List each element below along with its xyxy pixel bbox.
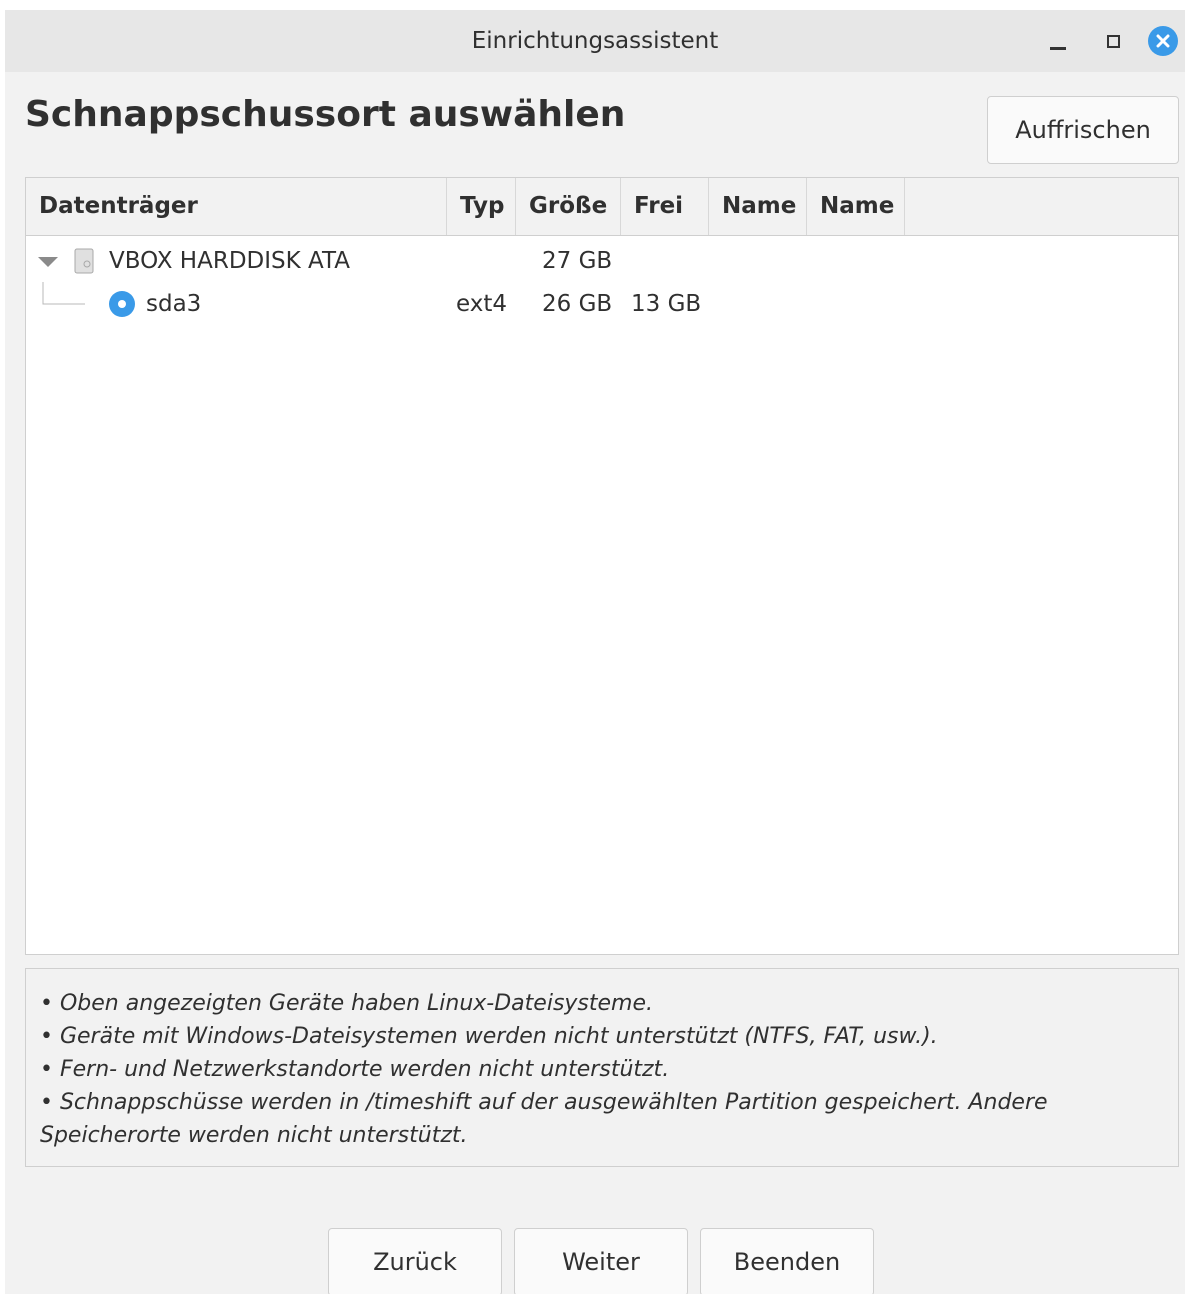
back-button[interactable]: Zurück	[328, 1228, 502, 1294]
info-notes: • Oben angezeigten Geräte haben Linux-Da…	[25, 968, 1179, 1167]
device-tree[interactable]: Datenträger Typ Größe Frei Name Name VBO…	[25, 177, 1179, 955]
close-icon	[1148, 26, 1178, 56]
device-size: 27 GB	[542, 248, 613, 274]
partition-size: 26 GB	[542, 291, 613, 317]
note-line: • Schnappschüsse werden in /timeshift au…	[40, 1090, 1048, 1148]
column-header-device[interactable]: Datenträger	[26, 178, 447, 235]
tree-header: Datenträger Typ Größe Frei Name Name	[26, 178, 1178, 236]
partition-type: ext4	[456, 291, 508, 317]
tree-row-disk[interactable]: VBOX HARDDISK ATA 27 GB	[26, 239, 1178, 283]
partition-label: sda3	[146, 291, 202, 317]
refresh-button[interactable]: Auffrischen	[987, 96, 1179, 164]
window-title: Einrichtungsassistent	[471, 28, 719, 54]
device-label: VBOX HARDDISK ATA	[109, 248, 350, 274]
note-line: • Fern- und Netzwerkstandorte werden nic…	[40, 1057, 670, 1082]
harddisk-icon	[74, 239, 94, 283]
expander-triangle-icon[interactable]	[36, 239, 60, 283]
radio-selected-icon[interactable]	[109, 282, 137, 326]
setup-wizard-window: Einrichtungsassistent Schnappschussort a…	[5, 10, 1185, 1294]
note-line: • Geräte mit Windows-Dateisystemen werde…	[40, 1024, 938, 1049]
column-header-size[interactable]: Größe	[516, 178, 621, 235]
minimize-icon	[1050, 46, 1066, 50]
minimize-button[interactable]	[1043, 26, 1073, 56]
column-header-free[interactable]: Frei	[621, 178, 709, 235]
maximize-icon	[1106, 34, 1120, 48]
page-title: Schnappschussort auswählen	[25, 94, 626, 135]
partition-free: 13 GB	[631, 291, 702, 317]
column-header-name[interactable]: Name	[709, 178, 807, 235]
column-header-name-2[interactable]: Name	[807, 178, 905, 235]
close-button[interactable]	[1148, 26, 1178, 56]
note-line: • Oben angezeigten Geräte haben Linux-Da…	[40, 991, 654, 1016]
title-bar: Einrichtungsassistent	[5, 10, 1185, 72]
tree-connector-line	[41, 282, 91, 326]
next-button[interactable]: Weiter	[514, 1228, 688, 1294]
column-header-type[interactable]: Typ	[447, 178, 516, 235]
finish-button[interactable]: Beenden	[700, 1228, 874, 1294]
tree-row-partition[interactable]: sda3 ext4 26 GB 13 GB	[26, 282, 1178, 326]
maximize-button[interactable]	[1098, 26, 1128, 56]
